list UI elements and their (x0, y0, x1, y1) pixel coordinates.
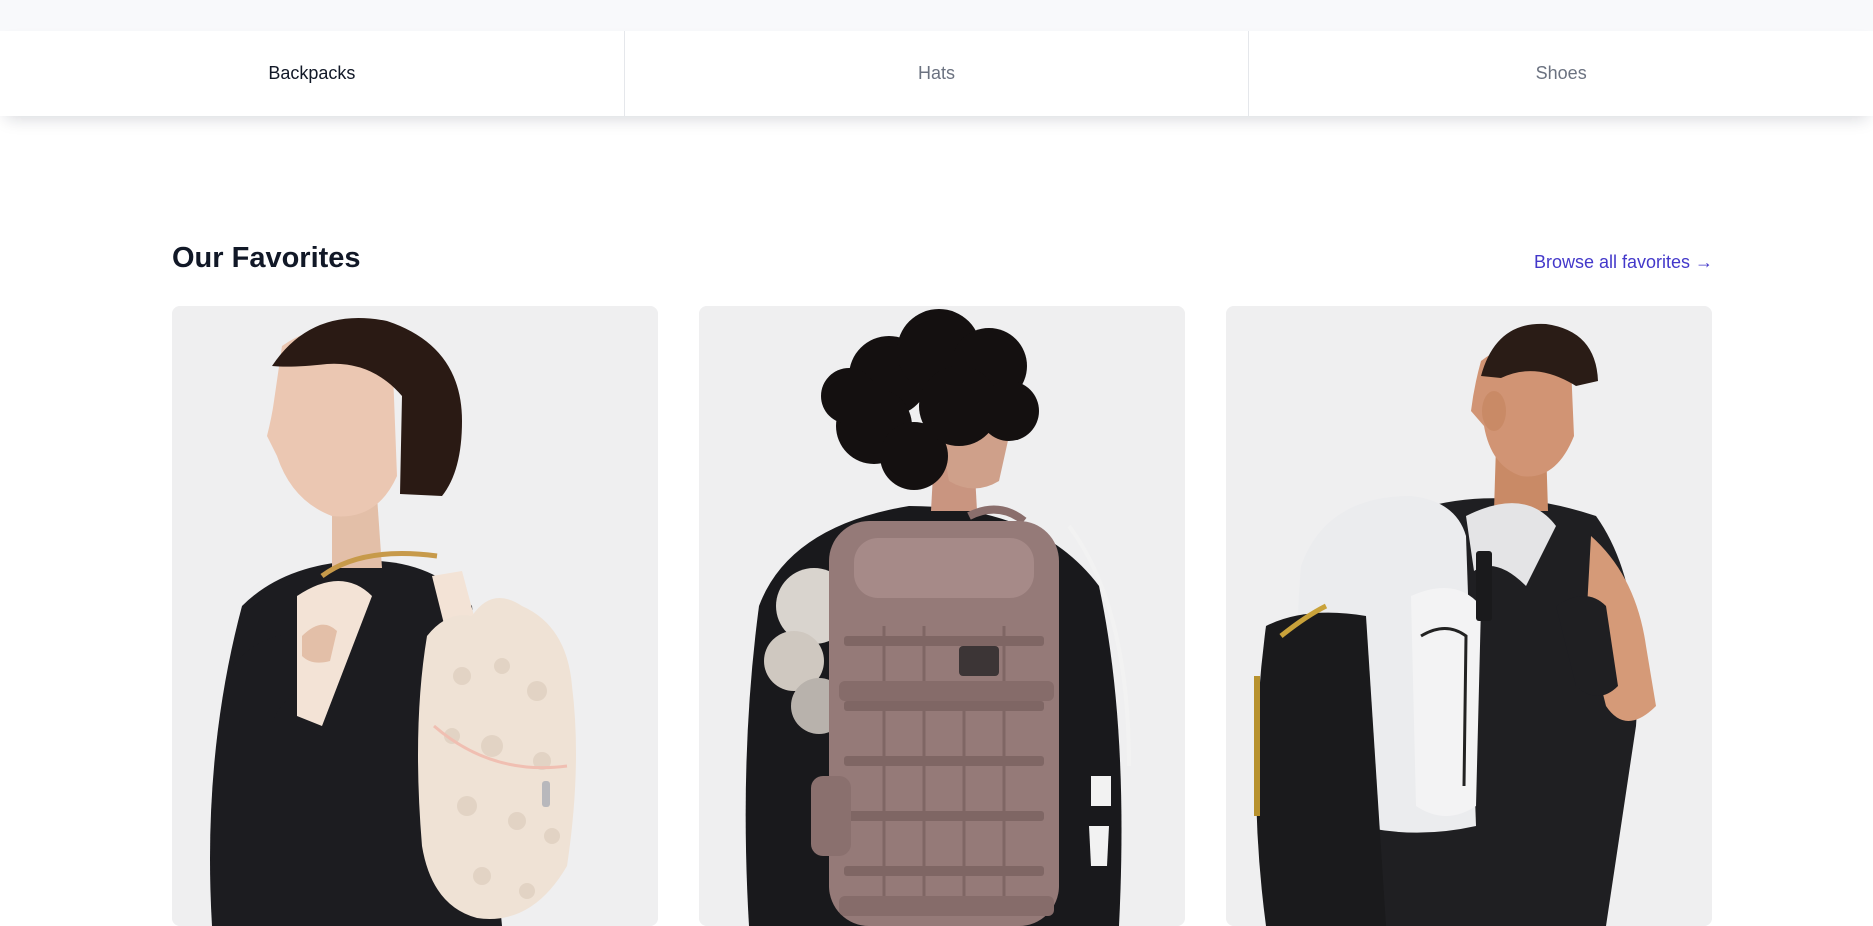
man-with-mauve-tactical-backpack-image (699, 306, 1185, 926)
category-tab-bar: Backpacks Hats Shoes (0, 31, 1873, 116)
tab-backpacks[interactable]: Backpacks (0, 31, 625, 116)
product-card-2[interactable] (699, 306, 1185, 926)
product-card-3[interactable] (1226, 306, 1712, 926)
tab-hats[interactable]: Hats (625, 31, 1250, 116)
tab-label: Hats (918, 63, 956, 83)
product-grid (172, 306, 1713, 926)
woman-with-cream-fleece-backpack-image (172, 306, 658, 926)
product-card-1[interactable] (172, 306, 658, 926)
tab-label: Backpacks (268, 63, 356, 83)
browse-all-favorites-link[interactable]: Browse all favorites → (1534, 252, 1713, 273)
section-title: Our Favorites (172, 241, 361, 274)
favorites-header: Our Favorites Browse all favorites → (172, 236, 1713, 280)
top-strip (0, 0, 1873, 31)
man-with-white-black-basketball-backpack-image (1226, 306, 1712, 926)
tab-shoes[interactable]: Shoes (1249, 31, 1873, 116)
tab-label: Shoes (1535, 63, 1587, 83)
